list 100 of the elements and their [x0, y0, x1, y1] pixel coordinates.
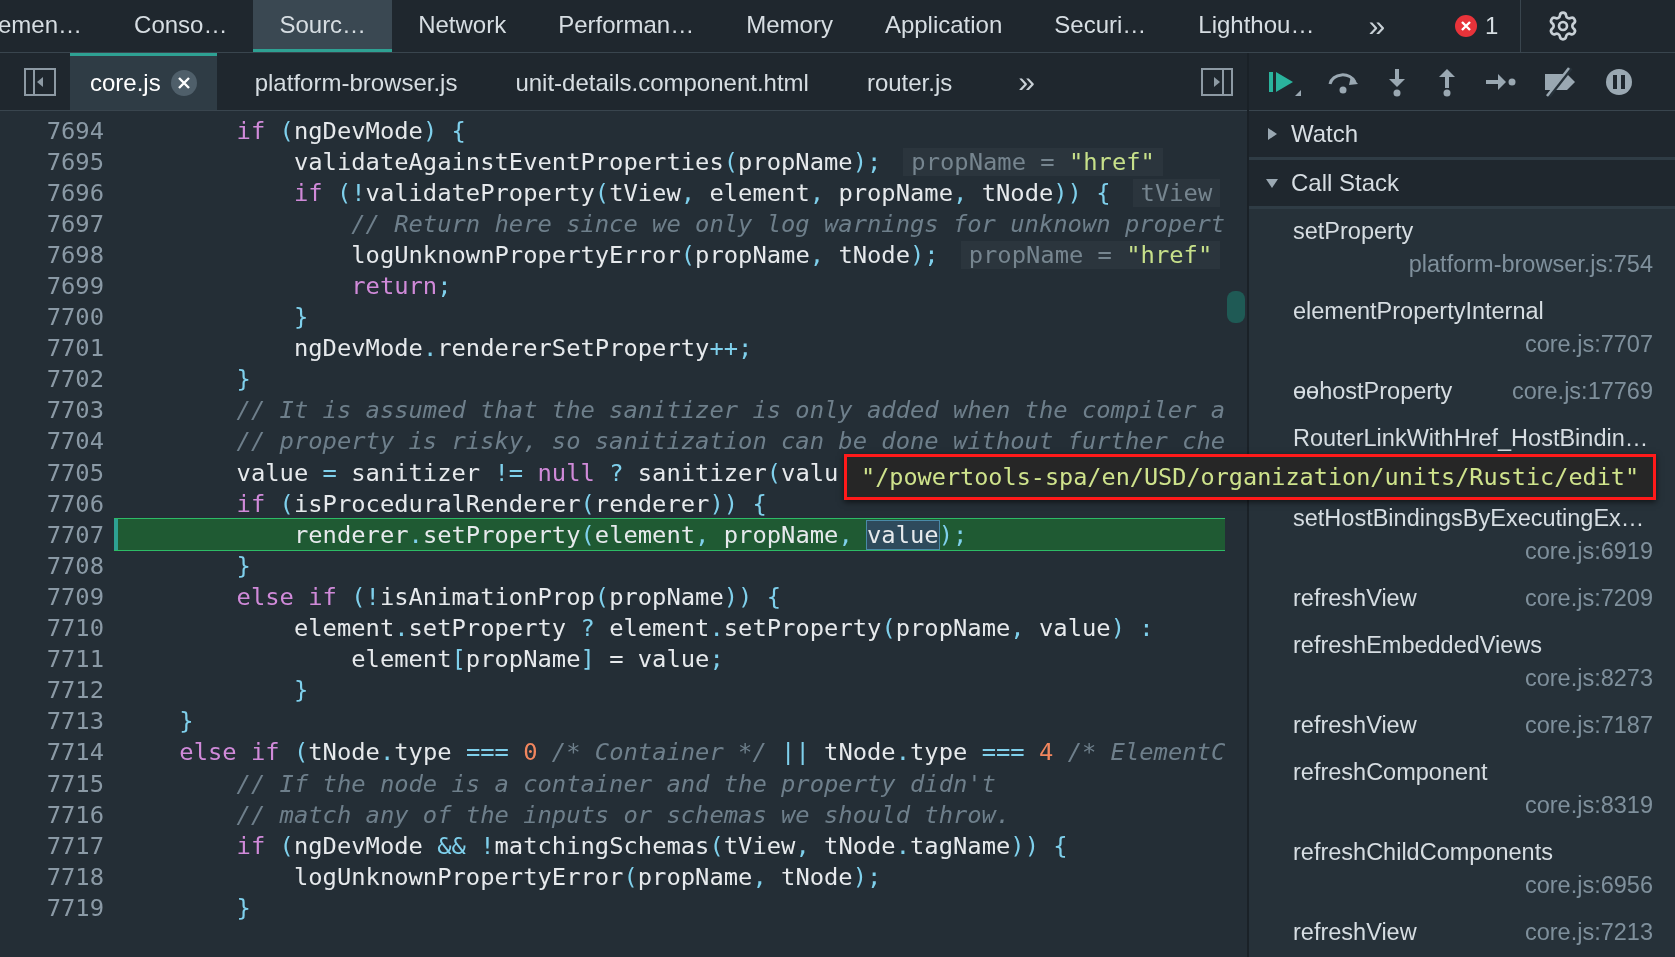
line-number: 7708: [45, 551, 105, 580]
line-number: 7709: [45, 582, 105, 611]
code-line: if (!validateProperty(tView, element, propName, tNode)) {: [292, 178, 1111, 207]
line-number: 7711: [45, 645, 105, 674]
sidebar-toggle-icon[interactable]: [24, 67, 56, 96]
section-title: Call Stack: [1291, 169, 1400, 197]
stack-frame-location[interactable]: core.js:8319: [1524, 792, 1653, 819]
line-number: 7698: [45, 240, 105, 269]
file-tab[interactable]: unit-details.component.html: [495, 53, 829, 110]
error-icon: [1455, 15, 1478, 37]
file-tab[interactable]: core.js: [70, 53, 217, 110]
stack-frame-name[interactable]: refreshView: [1293, 585, 1417, 612]
code-line: logUnknownPropertyError(propName, tNode);: [292, 862, 882, 891]
stack-frame-location[interactable]: platform-browser.js:754: [1408, 251, 1653, 278]
more-tabs-button[interactable]: »: [1340, 0, 1414, 52]
line-number: 7713: [45, 707, 105, 736]
error-counter[interactable]: 1: [1433, 0, 1522, 52]
line-number: 7696: [45, 178, 105, 207]
line-number: 7716: [45, 800, 105, 829]
panel-tab[interactable]: Application: [858, 0, 1029, 52]
line-number: 7714: [45, 738, 105, 767]
code-line: }: [235, 365, 251, 394]
stack-frame-name[interactable]: refreshComponent: [1293, 759, 1488, 786]
panel-tab[interactable]: Performan…: [532, 0, 721, 52]
collapsed-triangle-icon[interactable]: [1265, 127, 1279, 141]
line-number: 7697: [45, 209, 105, 238]
file-tab[interactable]: platform-browser.js: [234, 53, 478, 110]
line-number: 7704: [45, 427, 105, 456]
panel-tab[interactable]: Conso…: [108, 0, 254, 52]
code-line: value = sanitizer != null ? sanitizer(valu: [235, 458, 839, 487]
stack-frame-name[interactable]: setHostBindingsByExecutingEx…: [1293, 505, 1645, 532]
stack-frame-location[interactable]: core.js:7213: [1524, 919, 1653, 946]
line-number: 7694: [45, 116, 105, 145]
line-number: 7701: [45, 334, 105, 363]
code-line: element[propName] = value;: [350, 645, 724, 674]
code-line: if (ngDevMode) {: [235, 116, 466, 145]
line-number: 7705: [45, 458, 105, 487]
file-tab[interactable]: router.js: [846, 53, 973, 110]
stack-frame-name[interactable]: elementPropertyInternal: [1293, 298, 1544, 325]
inline-value: propName = "href": [903, 147, 1163, 176]
expanded-triangle-icon[interactable]: [1265, 176, 1279, 190]
stack-frame-name[interactable]: RouterLinkWithHref_HostBindin…: [1293, 425, 1649, 452]
code-line: if (ngDevMode && !matchingSchemas(tView, tNode.tagName)) {: [235, 831, 1068, 860]
code-line: // If the node is a container and the property didn't: [235, 769, 996, 798]
panel-tab[interactable]: Memory: [720, 0, 859, 52]
inline-value: propName = "href": [960, 240, 1221, 269]
stack-frame-name[interactable]: refreshView: [1293, 919, 1417, 946]
code-line: return;: [350, 272, 452, 300]
line-number: 7695: [45, 147, 105, 176]
code-line: else if (!isAnimationProp(propName)) {: [235, 582, 782, 611]
close-icon[interactable]: [170, 70, 197, 96]
stack-frame-location[interactable]: core.js:7707: [1524, 331, 1653, 358]
code-line: // match any of the inputs or schemas we should throw.: [235, 800, 1011, 829]
line-number: 7706: [45, 489, 105, 518]
line-number: 7715: [45, 769, 105, 798]
line-number: 7718: [45, 862, 105, 891]
stack-frame-name[interactable]: refreshChildComponents: [1293, 839, 1553, 866]
code-line: }: [235, 551, 251, 580]
inline-value: tView: [1132, 178, 1221, 207]
section-header[interactable]: Call Stack: [1249, 160, 1675, 209]
line-number: 7702: [45, 365, 105, 394]
stack-frame-location[interactable]: core.js:7209: [1524, 585, 1653, 612]
value-tooltip: "/powertools-spa/en/USD/organization/units/Rustic/edit": [844, 454, 1657, 500]
panel-tab[interactable]: Lighthou…: [1172, 0, 1341, 52]
line-number: 7700: [45, 303, 105, 332]
line-number: 7703: [45, 396, 105, 425]
stack-frame-location[interactable]: core.js:7187: [1524, 712, 1653, 739]
code-line: logUnknownPropertyError(propName, tNode);: [350, 240, 939, 269]
panel-tab[interactable]: Securi…: [1028, 0, 1173, 52]
code-line: element.setProperty ? element.setProperty(propName, value) :: [292, 614, 1154, 643]
line-number: 7712: [45, 676, 105, 705]
line-number: 7719: [45, 893, 105, 922]
section-title: Watch: [1291, 120, 1359, 148]
stack-frame-name[interactable]: setProperty: [1293, 218, 1414, 245]
stack-frame-name[interactable]: ɵɵhostProperty: [1293, 378, 1453, 405]
stack-frame-location[interactable]: core.js:6919: [1524, 538, 1653, 565]
panel-tab[interactable]: Sourc…: [253, 0, 393, 52]
code-line: }: [178, 707, 194, 736]
code-line: }: [235, 893, 251, 922]
code-line: ngDevMode.rendererSetProperty++;: [292, 334, 753, 363]
code-line: if (isProceduralRenderer(renderer)) {: [235, 489, 767, 518]
section-header[interactable]: Watch: [1249, 111, 1675, 160]
line-number: 7707: [45, 520, 105, 549]
scrollbar-thumb[interactable]: [1227, 291, 1245, 323]
line-number: 7710: [45, 614, 105, 643]
debugger-toggle-icon[interactable]: [1201, 67, 1233, 96]
more-files-button[interactable]: »: [990, 53, 1063, 110]
code-line: // It is assumed that the sanitizer is only added when the compiler a: [235, 396, 1225, 425]
stack-frame-location[interactable]: core.js:8273: [1524, 665, 1653, 692]
panel-tab[interactable]: Network: [392, 0, 533, 52]
line-number: 7717: [45, 831, 105, 860]
code-line: // Return here since we only log warnings for unknown propert: [350, 209, 1225, 238]
stack-frame-name[interactable]: refreshView: [1293, 712, 1417, 739]
code-line: }: [292, 676, 309, 705]
code-line: // property is risky, so sanitization can be done without further che: [235, 427, 1225, 456]
stack-frame-location[interactable]: core.js:6956: [1524, 872, 1653, 899]
code-line: else if (tNode.type === 0 /* Container */ || tNode.type === 4 /* ElementC: [178, 738, 1225, 767]
code-line: renderer.setProperty(element, propName, value);: [292, 520, 968, 549]
stack-frame-location[interactable]: core.js:17769: [1511, 378, 1653, 405]
stack-frame-name[interactable]: refreshEmbeddedViews: [1293, 632, 1543, 659]
